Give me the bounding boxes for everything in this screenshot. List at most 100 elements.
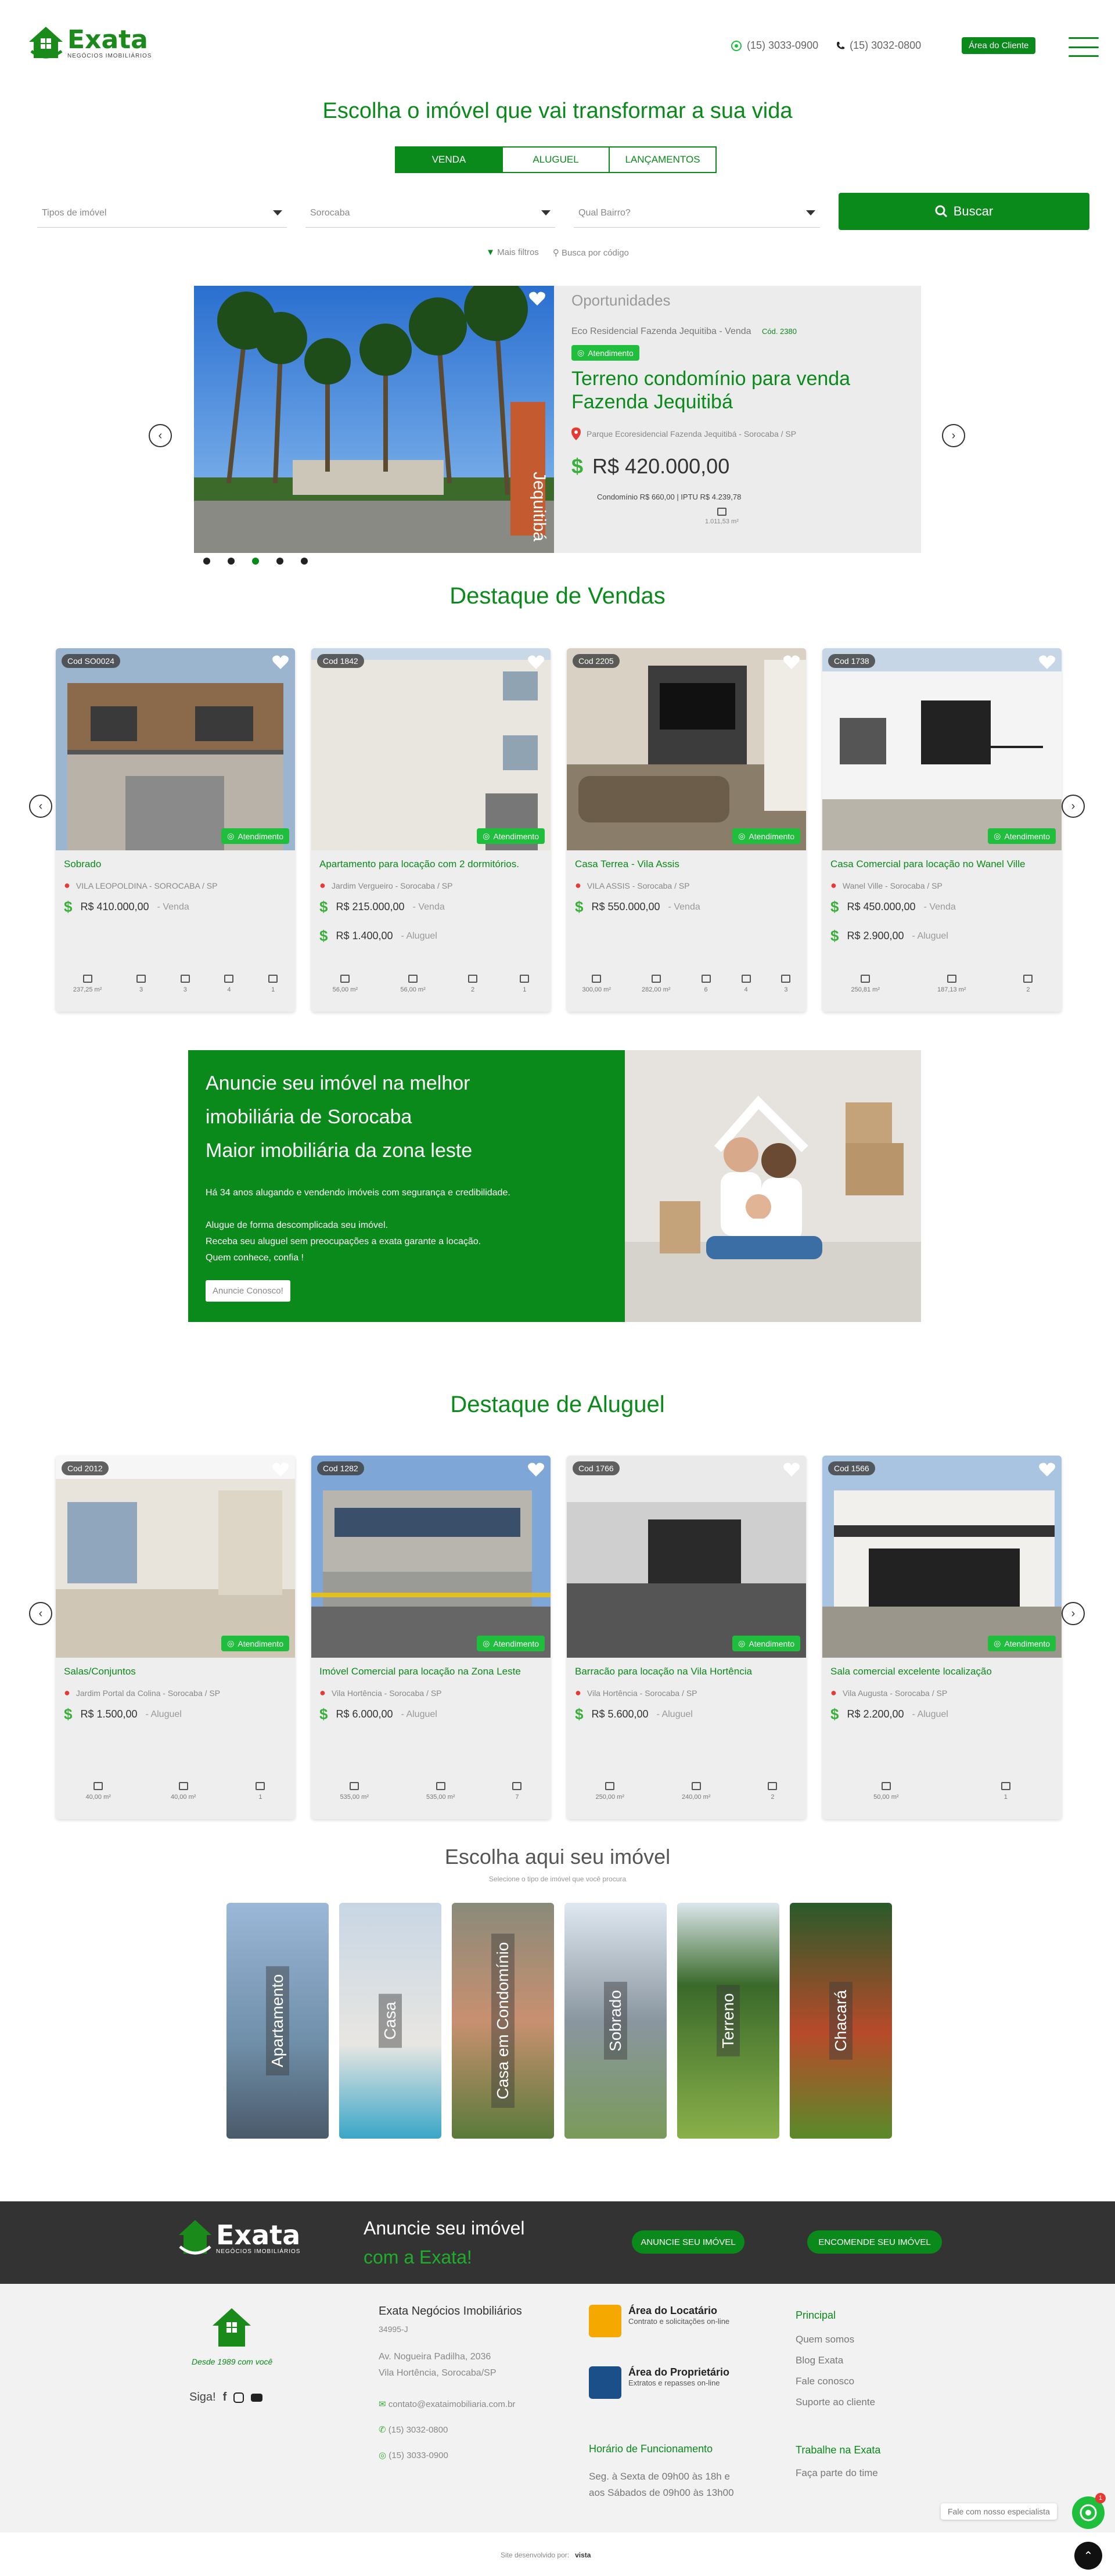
favorite-heart-icon[interactable]: [272, 654, 289, 670]
rent-next-arrow[interactable]: ›: [1062, 1602, 1085, 1625]
link-work[interactable]: Faça parte do time: [796, 2463, 878, 2484]
carousel-dot[interactable]: [203, 558, 210, 565]
whatsapp-chat-button[interactable]: 1: [1072, 2493, 1106, 2529]
favorite-heart-icon[interactable]: [527, 654, 545, 670]
code-search-link[interactable]: ⚲ Busca por código: [553, 247, 629, 258]
rent-card[interactable]: Cod 2012 ◎ Atendimento Salas/Conjuntos ● J…: [56, 1456, 295, 1819]
property-code: Cod SO0024: [62, 654, 120, 668]
carousel-dot-active[interactable]: [252, 558, 259, 565]
favorite-heart-icon[interactable]: [527, 1461, 545, 1478]
category-label: Sobrado: [604, 1982, 627, 2060]
footer-logo[interactable]: Exata NEGÓCIOS IMOBILIÁRIOS: [178, 2219, 300, 2257]
banner-paragraph-1: Há 34 anos alugando e vendendo imóveis c…: [206, 1188, 510, 1198]
instagram-icon[interactable]: [233, 2392, 244, 2403]
developer-brand[interactable]: vista: [575, 2551, 591, 2559]
featured-property-card[interactable]: Jequitibá Oportunidades Eco Residencial …: [194, 286, 921, 553]
more-filters-link[interactable]: ▼ Mais filtros: [486, 247, 539, 258]
tab-venda[interactable]: VENDA: [395, 146, 503, 173]
property-type-select[interactable]: Tipos de imóvel: [37, 199, 287, 228]
built-area-icon: [651, 975, 661, 983]
carousel-dot[interactable]: [228, 558, 235, 565]
property-photo: [822, 1456, 1062, 1658]
category-terreno[interactable]: Terreno: [677, 1903, 779, 2139]
phone-link[interactable]: (15) 3032-0800: [836, 39, 921, 52]
tab-lancamentos[interactable]: LANÇAMENTOS: [609, 146, 717, 173]
bath-icon: [1023, 975, 1033, 983]
favorite-heart-icon[interactable]: [528, 290, 546, 307]
property-title[interactable]: Apartamento para locação com 2 dormitóri…: [319, 858, 519, 870]
rent-card[interactable]: Cod 1566 ◎ Atendimento Sala comercial exc…: [822, 1456, 1062, 1819]
carousel-dot[interactable]: [301, 558, 308, 565]
neighborhood-select[interactable]: Qual Bairro?: [574, 199, 820, 228]
property-title[interactable]: Sala comercial excelente localização: [830, 1666, 992, 1677]
footer-bottom: Site desenvolvido por: vista ⌃: [0, 2532, 1115, 2576]
chat-tooltip[interactable]: Fale com nosso especialista: [941, 2503, 1057, 2520]
category-label: Casa em Condomínio: [491, 1934, 515, 2108]
property-title[interactable]: Barracão para locação na Vila Hortência: [575, 1666, 752, 1677]
favorite-heart-icon[interactable]: [1038, 1461, 1056, 1478]
property-title[interactable]: Imóvel Comercial para locação na Zona Le…: [319, 1666, 521, 1677]
category-chacara[interactable]: Chacará: [790, 1903, 892, 2139]
sales-card[interactable]: Cod 1842 ◎ Atendimento Apartamento para l…: [311, 648, 551, 1012]
menu-hamburger-icon[interactable]: [1069, 37, 1099, 57]
city-select[interactable]: Sorocaba: [305, 199, 555, 228]
atendimento-button[interactable]: ◎ Atendimento: [221, 828, 289, 844]
atendimento-button[interactable]: ◎ Atendimento: [988, 1636, 1056, 1651]
atendimento-button[interactable]: ◎ Atendimento: [477, 828, 545, 844]
search-button[interactable]: Buscar: [839, 193, 1089, 230]
link-blog[interactable]: Blog Exata: [796, 2350, 875, 2371]
facebook-icon[interactable]: f: [223, 2391, 227, 2404]
atendimento-button[interactable]: ◎ Atendimento: [988, 828, 1056, 844]
link-suporte[interactable]: Suporte ao cliente: [796, 2392, 875, 2413]
announce-button[interactable]: Anuncie Conosco!: [206, 1280, 290, 1302]
link-quem-somos[interactable]: Quem somos: [796, 2329, 875, 2350]
featured-atendimento-button[interactable]: ◎ Atendimento: [571, 345, 639, 361]
featured-next-arrow[interactable]: ›: [942, 424, 965, 447]
sales-prev-arrow[interactable]: ‹: [29, 795, 52, 818]
sales-card[interactable]: Cod 1738 ◎ Atendimento Casa Comercial par…: [822, 648, 1062, 1012]
property-title[interactable]: Sobrado: [64, 858, 101, 870]
site-logo[interactable]: Exata NEGÓCIOS IMOBILIÁRIOS: [28, 26, 152, 60]
category-casa[interactable]: Casa: [339, 1903, 441, 2139]
atendimento-button[interactable]: ◎ Atendimento: [732, 828, 800, 844]
atendimento-button[interactable]: ◎ Atendimento: [732, 1636, 800, 1651]
link-fale-conosco[interactable]: Fale conosco: [796, 2371, 875, 2392]
sales-card[interactable]: Cod SO0024 ◎ Atendimento Sobrado ● VILA LE…: [56, 648, 295, 1012]
atendimento-button[interactable]: ◎ Atendimento: [221, 1636, 289, 1651]
property-title[interactable]: Salas/Conjuntos: [64, 1666, 136, 1677]
sales-next-arrow[interactable]: ›: [1062, 795, 1085, 818]
tab-aluguel[interactable]: ALUGUEL: [502, 146, 610, 173]
property-title[interactable]: Casa Comercial para locação no Wanel Vil…: [830, 858, 1025, 870]
phone1-link[interactable]: ✆ (15) 3032-0800: [379, 2417, 515, 2443]
announce-property-button[interactable]: ANUNCIE SEU IMÓVEL: [632, 2230, 744, 2254]
category-sobrado[interactable]: Sobrado: [564, 1903, 667, 2139]
tenant-area-link[interactable]: Área do Locatário Contrato e solicitações…: [589, 2305, 729, 2337]
carousel-dot[interactable]: [276, 558, 283, 565]
category-casa-em-condominio[interactable]: Casa em Condomínio: [452, 1903, 554, 2139]
order-property-button[interactable]: ENCOMENDE SEU IMÓVEL: [807, 2230, 942, 2254]
sales-card[interactable]: Cod 2205 ◎ Atendimento Casa Terrea - Vila…: [567, 648, 806, 1012]
whatsapp-phone-link[interactable]: (15) 3033-0900: [731, 39, 818, 52]
phone2-link[interactable]: ◎ (15) 3033-0900: [379, 2443, 515, 2469]
rent-card[interactable]: Cod 1766 ◎ Atendimento Barracão para loca…: [567, 1456, 806, 1819]
property-title[interactable]: Casa Terrea - Vila Assis: [575, 858, 679, 870]
favorite-heart-icon[interactable]: [1038, 654, 1056, 670]
scroll-top-button[interactable]: ⌃: [1074, 2542, 1102, 2570]
rent-prev-arrow[interactable]: ‹: [29, 1602, 52, 1625]
email-link[interactable]: ✉ contato@exataimobiliaria.com.br: [379, 2392, 515, 2417]
phone1-text: (15) 3032-0800: [388, 2425, 448, 2435]
category-apartamento[interactable]: Apartamento: [226, 1903, 329, 2139]
atendimento-label: Atendimento: [238, 1639, 283, 1648]
category-label: Casa: [379, 1993, 402, 2048]
property-code: Cod 1842: [317, 654, 364, 668]
youtube-icon[interactable]: [251, 2393, 263, 2402]
featured-prev-arrow[interactable]: ‹: [149, 424, 172, 447]
favorite-heart-icon[interactable]: [272, 1461, 289, 1478]
favorite-heart-icon[interactable]: [783, 1461, 800, 1478]
rent-card[interactable]: Cod 1282 ◎ Atendimento Imóvel Comercial p…: [311, 1456, 551, 1819]
favorite-heart-icon[interactable]: [783, 654, 800, 670]
atendimento-button[interactable]: ◎ Atendimento: [477, 1636, 545, 1651]
location-pin-icon: [571, 427, 581, 440]
client-area-button[interactable]: Área do Cliente: [962, 37, 1036, 54]
owner-area-link[interactable]: Área do Proprietário Extratos e repasses …: [589, 2366, 729, 2399]
